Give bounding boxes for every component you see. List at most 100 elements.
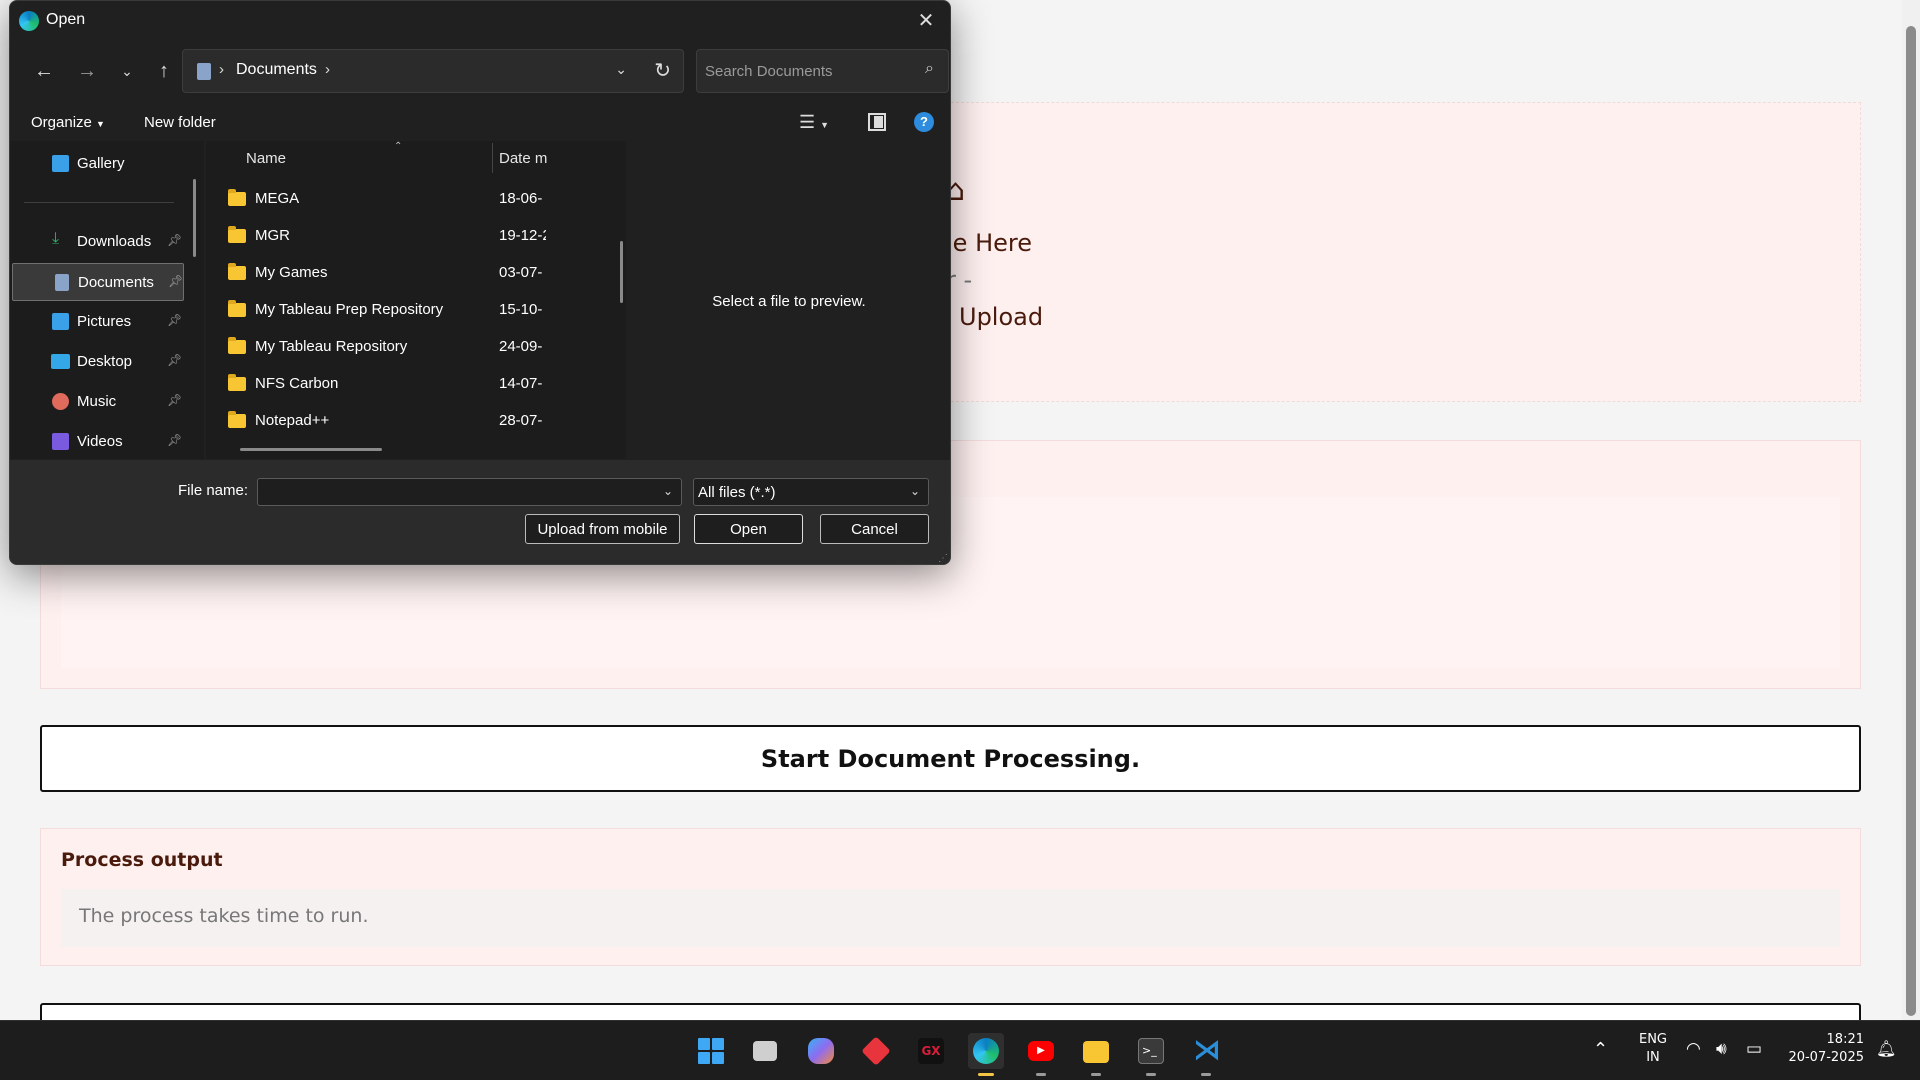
page-scrollbar-thumb[interactable] [1906,26,1916,1016]
task-view-icon [753,1041,777,1061]
folder-icon [228,189,246,206]
preview-message: Select a file to preview. [712,293,866,310]
process-output-panel: Process output The process takes time to… [40,828,1861,966]
language-indicator[interactable]: ENG IN [1636,1031,1670,1067]
running-indicator [1036,1073,1046,1076]
address-bar[interactable]: › Documents › ⌄ ↻ [182,49,684,93]
recent-locations-chevron-icon[interactable]: ⌄ [113,57,141,85]
file-row[interactable]: MEGA 18-06- [206,184,620,214]
folder-icon [228,337,246,354]
resize-grip-icon[interactable]: ⋰ [938,553,948,564]
taskbar-task-view[interactable] [748,1033,784,1069]
command-bar: Organize ▼ New folder ☰ ▼ ? [10,109,950,139]
nav-item-music[interactable]: Music 📌︎ [12,383,184,421]
start-processing-button[interactable]: Start Document Processing. [40,725,1861,792]
taskbar-youtube[interactable]: ▶ [1023,1033,1059,1076]
column-header-date[interactable]: Date m [499,150,549,167]
open-file-dialog: Open ✕ ← → ⌄ ↑ › Documents › ⌄ ↻ ⌕ Organ… [9,0,951,565]
taskbar: GX ▶ >_ ⋊ ⌃ ENG IN ◠ 🔊︎ ▭ 18:21 20-07-20… [0,1020,1920,1080]
nav-item-documents[interactable]: Documents 📌︎ [12,263,184,301]
file-name-input[interactable] [264,483,644,501]
process-output-text: The process takes time to run. [61,889,1840,947]
file-list-horizontal-scrollbar[interactable] [240,448,382,451]
search-input[interactable] [705,60,905,82]
pin-icon: 📌︎ [167,313,183,327]
file-row[interactable]: Notepad++ 28-07- [206,406,620,436]
upload-from-mobile-button[interactable]: Upload from mobile [525,514,680,544]
nav-item-label: Documents [78,274,154,291]
clock[interactable]: 18:21 20-07-2025 [1784,1031,1864,1067]
folder-icon [228,300,246,317]
up-arrow-icon[interactable]: ↑ [150,57,178,85]
show-hidden-icons-chevron-icon[interactable]: ⌃ [1593,1039,1608,1060]
address-dropdown-chevron-icon[interactable]: ⌄ [615,61,627,78]
folder-icon [228,411,246,428]
open-button[interactable]: Open [694,514,803,544]
dialog-footer: File name: ⌄ All files (*.*) ⌄ Upload fr… [10,460,950,564]
pin-icon: 📌︎ [167,233,183,247]
nav-item-gallery[interactable]: Gallery [12,145,184,183]
taskbar-opera-gx[interactable]: GX [913,1033,949,1069]
nav-item-pictures[interactable]: Pictures 📌︎ [12,303,184,341]
forward-arrow-icon[interactable]: → [73,57,101,85]
new-folder-button[interactable]: New folder [144,114,216,131]
back-arrow-icon[interactable]: ← [30,57,58,85]
file-type-select[interactable]: All files (*.*) ⌄ [693,478,929,506]
file-date: 18-06- [499,190,543,207]
file-list: ⌃ Name Date m MEGA 18-06- MGR 19-12-2 My… [206,141,626,459]
taskbar-vscode[interactable]: ⋊ [1188,1033,1224,1076]
preview-pane-toggle-icon[interactable] [868,113,886,131]
desktop-icon [51,354,70,369]
search-icon[interactable]: ⌕ [925,60,934,78]
taskbar-copilot[interactable] [803,1033,839,1069]
file-date: 24-09- [499,338,543,355]
clock-date: 20-07-2025 [1788,1050,1864,1065]
next-button[interactable] [40,1003,1861,1020]
file-row[interactable]: My Games 03-07- [206,258,620,288]
copilot-icon [808,1038,834,1064]
file-name-label: File name: [178,482,249,499]
file-row[interactable]: MGR 19-12-2 [206,221,620,251]
nav-item-videos[interactable]: Videos 📌︎ [12,423,184,459]
pictures-icon [52,313,69,330]
file-name-combobox[interactable]: ⌄ [257,478,682,506]
nav-item-downloads[interactable]: ⤓ Downloads 📌︎ [12,223,184,261]
close-icon[interactable]: ✕ [912,7,940,35]
taskbar-edge[interactable] [968,1033,1004,1076]
battery-icon[interactable]: ▭ [1746,1039,1762,1059]
folder-icon [228,263,246,280]
dialog-titlebar[interactable]: Open ✕ [10,1,950,41]
cancel-button[interactable]: Cancel [820,514,929,544]
wifi-icon[interactable]: ◠ [1686,1039,1701,1059]
file-row[interactable]: My Tableau Prep Repository 15-10- [206,295,620,325]
column-divider[interactable] [492,143,493,173]
help-icon[interactable]: ? [914,112,934,132]
breadcrumb-documents[interactable]: Documents [236,61,317,79]
refresh-icon[interactable]: ↻ [654,58,671,83]
opera-gx-icon: GX [918,1038,944,1064]
youtube-icon: ▶ [1028,1041,1054,1061]
volume-icon[interactable]: 🔊︎ [1716,1039,1727,1059]
taskbar-app-red[interactable] [858,1033,894,1069]
search-box[interactable]: ⌕ [696,49,949,93]
taskbar-terminal[interactable]: >_ [1133,1033,1169,1076]
file-drop-zone[interactable]: ⌂ le Here r - Upload [941,102,1861,402]
nav-item-desktop[interactable]: Desktop 📌︎ [12,343,184,381]
taskbar-file-explorer[interactable] [1078,1033,1114,1076]
file-row[interactable]: My Tableau Repository 24-09- [206,332,620,362]
chevron-down-icon[interactable]: ⌄ [663,484,673,498]
nav-pane-scrollbar[interactable] [193,179,196,257]
notification-bell-icon[interactable]: 🔔︎ [1876,1039,1896,1058]
taskbar-start[interactable] [693,1033,729,1069]
column-header-name[interactable]: Name [246,150,286,167]
breadcrumb-separator: › [219,61,224,78]
pin-icon: 📌︎ [167,353,183,367]
pin-icon: 📌︎ [168,274,184,288]
file-row[interactable]: NFS Carbon 14-07- [206,369,620,399]
view-options-icon[interactable]: ☰ ▼ [799,112,829,133]
file-list-vertical-scrollbar[interactable] [620,241,623,303]
breadcrumb-separator[interactable]: › [325,61,330,78]
nav-item-label: Desktop [77,353,133,370]
folder-icon [1083,1041,1109,1063]
organize-menu[interactable]: Organize ▼ [31,114,105,131]
